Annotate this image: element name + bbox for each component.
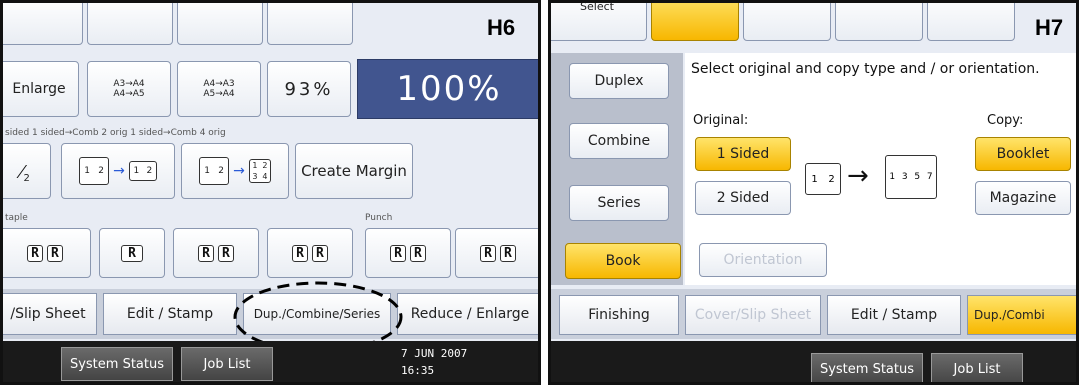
r-glyph: R [410,244,426,262]
tab-slip-sheet[interactable]: /Slip Sheet [3,293,97,335]
page-1-digit: 1 [252,161,258,170]
top-tab-5[interactable] [927,3,1015,41]
right-screen-panel: Select H7 Duplex Combine Series Book Sel… [548,0,1079,385]
top-tab-4[interactable] [267,3,353,45]
page-2-digit: 2 [262,161,268,170]
system-status-button[interactable]: System Status [61,347,173,381]
instruction-text: Select original and copy type and / or o… [691,61,1040,77]
tab-cover-slip-sheet[interactable]: Cover/Slip Sheet [685,295,821,335]
comb-2-orig-button[interactable]: 12 → 12 [61,143,175,199]
screen-header-h6: H6 [487,15,516,40]
original-1-sided-button[interactable]: 1 Sided [695,137,791,171]
page-2-digit: 2 [218,166,224,176]
page-2-digit: 2 [146,166,153,176]
top-tab-selected[interactable] [651,3,739,41]
arrow-right-icon: → [847,161,869,191]
arrow-right-icon: → [113,163,125,179]
top-tab-3[interactable] [177,3,263,45]
sidebar-item-duplex[interactable]: Duplex [569,63,669,99]
tab-finishing[interactable]: Finishing [559,295,679,335]
arrow-right-icon: → [233,163,245,179]
top-tab-3[interactable] [743,3,831,41]
punch-left-button[interactable]: R R [365,228,451,278]
original-2-sided-button[interactable]: 2 Sided [695,181,791,215]
combine-row-label: sided 1 sided→Comb 2 orig 1 sided→Comb 4… [5,128,226,138]
booklet-stack-icon: 1 3 5 7 [885,155,937,199]
staple-top-left-button[interactable]: R R [3,228,91,278]
preset-enlarge-button[interactable]: A4→A3 A5→A4 [177,61,261,117]
tab-dup-combine[interactable]: Dup./Combi [967,295,1076,335]
preset-reduce-button[interactable]: A3→A4 A4→A5 [87,61,171,117]
r-glyph: R [218,244,234,262]
page-1-digit: 1 [84,166,90,176]
page-2-digit: 2 [98,166,104,176]
punch-label: Punch [365,213,393,223]
r-glyph: R [121,244,143,262]
create-margin-button[interactable]: Create Margin [295,143,413,199]
copy-magazine-button[interactable]: Magazine [975,181,1071,215]
tab-edit-stamp[interactable]: Edit / Stamp [827,295,961,335]
job-list-button[interactable]: Job List [181,347,273,381]
copy-booklet-button[interactable]: Booklet [975,137,1071,171]
system-status-button[interactable]: System Status [811,353,923,382]
top-tab-4[interactable] [835,3,923,41]
booklet-page-1: 1 [889,172,896,182]
r-glyph: R [47,244,63,262]
percent-100-button[interactable]: 100% [357,59,538,119]
job-list-button[interactable]: Job List [931,353,1023,382]
page-1-digit: 1 [133,166,140,176]
left-screen-panel: H6 Enlarge A3→A4 A4→A5 A4→A3 A5→A4 93% 1… [0,0,541,385]
staple-label: taple [5,213,28,223]
tab-reduce-enlarge[interactable]: Reduce / Enlarge [397,293,538,335]
percent-93-button[interactable]: 93% [267,61,351,117]
r-glyph: R [480,244,496,262]
duplex-count: 2 [23,172,30,184]
time-display: 16:35 [401,364,435,377]
enlarge-button[interactable]: Enlarge [3,61,79,117]
select-tab-label: Select [580,0,614,13]
r-glyph: R [292,244,308,262]
sidebar-item-book[interactable]: Book [565,243,681,279]
r-glyph: R [198,244,214,262]
sidebar-item-combine[interactable]: Combine [569,123,669,159]
date-display: 7 JUN 2007 [401,347,468,360]
booklet-page-3: 3 [901,172,908,182]
page-2-digit: 2 [828,173,835,185]
r-glyph: R [500,244,516,262]
tab-edit-stamp[interactable]: Edit / Stamp [103,293,237,335]
page-1-digit: 1 [811,173,818,185]
copy-label: Copy: [987,113,1024,128]
booklet-page-5: 5 [914,172,921,182]
original-label: Original: [693,113,749,128]
comb-4-orig-button[interactable]: 12 → 12 34 [181,143,289,199]
staple-center-button[interactable]: R [99,228,165,278]
screen-header-h7: H7 [1035,15,1064,40]
r-glyph: R [312,244,328,262]
original-pages-icon: 12 [805,163,841,195]
select-tab[interactable]: Select [551,0,647,41]
punch-top-button[interactable]: R R [455,228,538,278]
top-tab-1[interactable] [3,3,83,45]
booklet-page-7: 7 [926,172,933,182]
page-4-digit: 4 [262,172,268,181]
sidebar-item-series[interactable]: Series [569,185,669,221]
top-tab-2[interactable] [87,3,173,45]
r-glyph: R [390,244,406,262]
duplex-option-button[interactable]: ⁄ 2 [3,143,51,199]
page-1-digit: 1 [204,166,210,176]
r-glyph: R [27,244,43,262]
staple-two-top-button[interactable]: R R [267,228,353,278]
page-3-digit: 3 [252,172,258,181]
staple-two-left-button[interactable]: R R [173,228,259,278]
orientation-button[interactable]: Orientation [699,243,827,277]
